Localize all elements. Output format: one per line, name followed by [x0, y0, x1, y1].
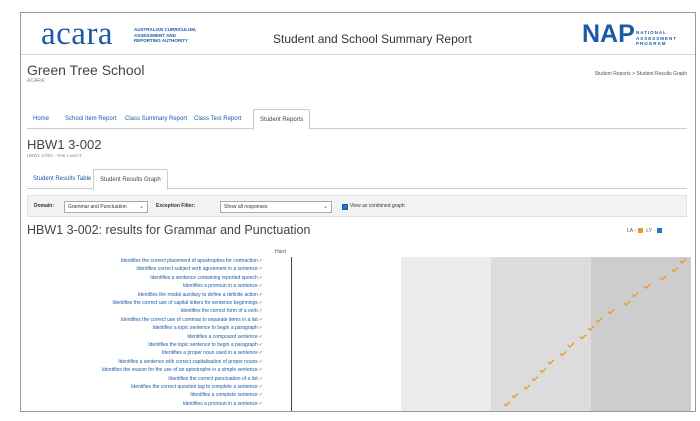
check-icon: ✔: [258, 367, 263, 374]
plot-area: [291, 257, 691, 411]
report-header: acara AUSTRALIAN CURRICULUM, ASSESSMENT …: [21, 13, 695, 55]
item-label[interactable]: Identifies a sentence containing reporte…: [150, 274, 263, 282]
legend-label-la: LA -: [627, 228, 636, 234]
item-label[interactable]: Identifies a pronoun in a sentence✔: [183, 400, 263, 408]
legend-swatch-la: [637, 228, 643, 234]
combined-graph-label: View as combined graph: [350, 203, 405, 209]
item-label[interactable]: Identifies the correct question tag to c…: [131, 383, 263, 391]
test-subtitle: HBW1 3-002 - Year Level 3: [27, 153, 82, 158]
domain-select[interactable]: Grammar and Punctuation ⌄: [64, 201, 148, 213]
tab-school-item-report[interactable]: School Item Report: [59, 109, 122, 129]
legend-swatch-ly: [657, 228, 663, 234]
check-icon: ✔: [258, 266, 263, 273]
acara-logo-subtitle: AUSTRALIAN CURRICULUM, ASSESSMENT AND RE…: [134, 27, 197, 43]
item-label[interactable]: Identifies a topic sentence to begin a p…: [152, 324, 263, 332]
check-icon: ✔: [258, 400, 263, 407]
breadcrumb[interactable]: Student Reports > Student Results Graph: [595, 71, 687, 77]
item-label[interactable]: Identifies the correct punctuation of a …: [168, 375, 263, 383]
item-label[interactable]: Identifies the correct use of capital le…: [112, 299, 263, 307]
check-icon: ✔: [258, 308, 263, 315]
check-icon: ✔: [258, 392, 263, 399]
check-icon: ✔: [258, 375, 263, 382]
item-label[interactable]: Identifies the topic sentence to begin a…: [148, 341, 263, 349]
domain-label: Domain:: [34, 203, 54, 209]
item-label[interactable]: Identifies a proper noun used in a sente…: [162, 349, 263, 357]
tab-class-summary-report[interactable]: Class Summary Report: [119, 109, 193, 129]
item-label[interactable]: Identifies the reason for the use of an …: [102, 366, 263, 374]
difficulty-band: [591, 257, 691, 411]
item-label[interactable]: Identifies the modal auxiliary to define…: [138, 291, 263, 299]
item-label[interactable]: Identifies a compound sentence✔: [187, 333, 263, 341]
exception-filter-label: Exception Filter:: [156, 203, 196, 209]
check-icon: ✔: [258, 333, 263, 340]
results-title: HBW1 3-002: results for Grammar and Punc…: [27, 223, 311, 237]
check-icon: ✔: [258, 325, 263, 332]
difficulty-band: [491, 257, 591, 411]
tab-class-test-report[interactable]: Class Test Report: [188, 109, 247, 129]
student-tabs: Student Results Table Student Results Gr…: [27, 169, 687, 190]
nap-logo: NAP: [582, 20, 635, 48]
item-label[interactable]: Identifies correct subject verb agreemen…: [136, 265, 263, 273]
difficulty-hard-label: Hard: [275, 249, 286, 255]
check-icon: ✔: [258, 283, 263, 290]
check-icon: ✔: [258, 274, 263, 281]
test-title: HBW1 3-002: [27, 137, 102, 152]
legend-label-ly: LY -: [646, 228, 656, 234]
tab-home[interactable]: Home: [27, 109, 55, 129]
difficulty-band: [401, 257, 491, 411]
tab-student-reports[interactable]: Student Reports: [253, 109, 311, 130]
item-label[interactable]: Identifies a complete sentence✔: [190, 391, 263, 399]
check-icon: ✔: [258, 291, 263, 298]
item-label[interactable]: Identifies the correct use of commas to …: [121, 316, 263, 324]
check-icon: ✔: [258, 258, 263, 264]
acara-logo: acara: [41, 16, 114, 52]
check-icon: ✔: [258, 384, 263, 390]
exception-filter-select[interactable]: Show all responses ⌄: [220, 201, 332, 213]
item-label[interactable]: Identifies the correct placement of apos…: [121, 257, 263, 265]
school-name: Green Tree School: [27, 62, 145, 78]
results-chart: Hard Identifies the correct placement of…: [21, 241, 695, 411]
chevron-down-icon: ⌄: [322, 204, 328, 210]
report-title: Student and School Summary Report: [273, 32, 472, 46]
check-icon: ✔: [258, 350, 263, 357]
item-label[interactable]: Identifies a sentence with correct capit…: [118, 358, 263, 366]
chevron-down-icon: ⌄: [138, 204, 144, 210]
filter-bar: Domain: Grammar and Punctuation ⌄ Excepti…: [27, 195, 687, 217]
legend: LA - LY -: [627, 228, 664, 234]
combined-graph-checkbox[interactable]: [342, 204, 348, 210]
check-icon: ✔: [258, 342, 263, 348]
plot-svg: [291, 257, 691, 411]
item-label[interactable]: Identifies a pronoun in a sentence✔: [183, 282, 263, 290]
tab-student-results-table[interactable]: Student Results Table: [27, 169, 97, 189]
item-label[interactable]: Identifies the correct form of a verb✔: [181, 307, 263, 315]
report-tabs: Home School Item Report Class Summary Re…: [27, 109, 687, 130]
check-icon: ✔: [258, 358, 263, 365]
check-icon: ✔: [258, 316, 263, 323]
school-subtitle: ACARA: [27, 78, 45, 84]
nap-logo-subtitle: NATIONAL ASSESSMENT PROGRAM: [636, 30, 678, 46]
difficulty-band: [291, 257, 401, 411]
tab-student-results-graph[interactable]: Student Results Graph: [93, 169, 168, 190]
check-icon: ✔: [258, 300, 263, 306]
report-window: acara AUSTRALIAN CURRICULUM, ASSESSMENT …: [20, 12, 696, 412]
